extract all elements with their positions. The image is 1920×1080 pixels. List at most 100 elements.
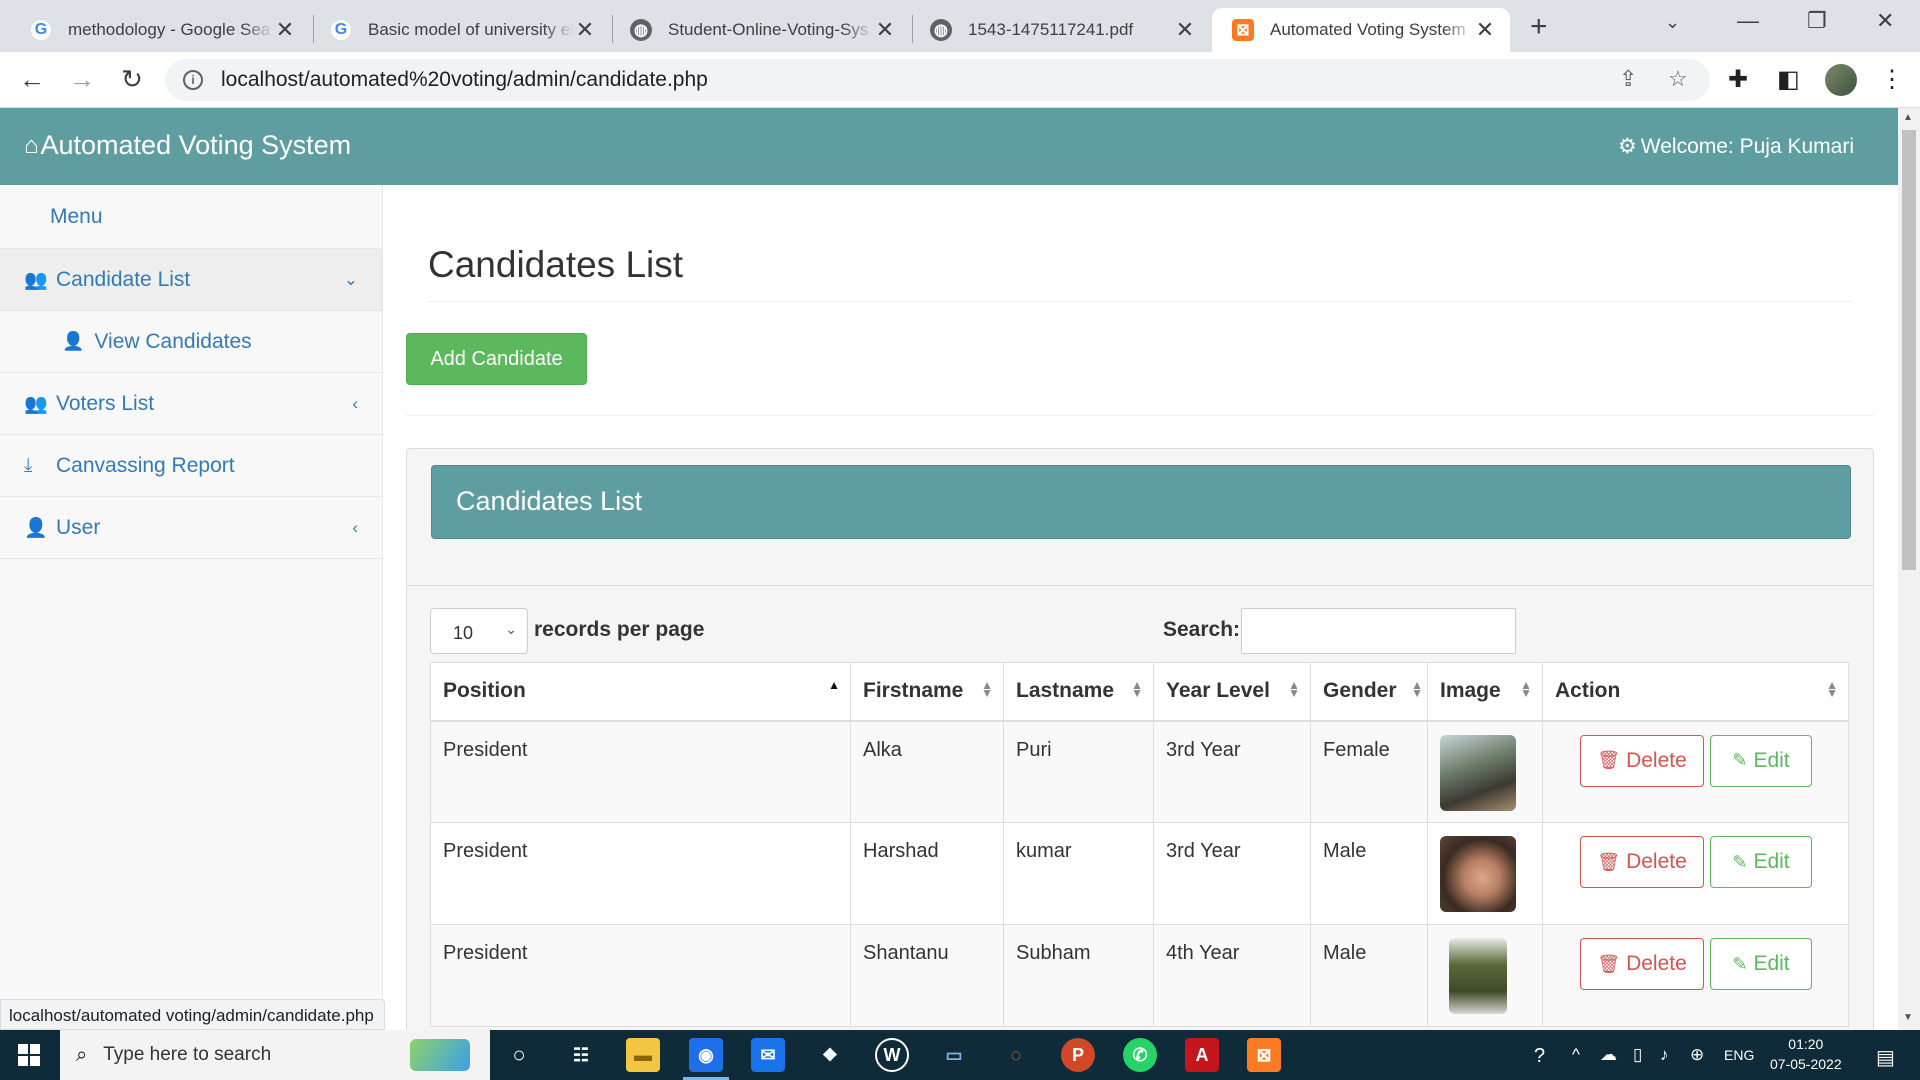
close-icon[interactable]: ✕	[274, 17, 296, 43]
user-menu[interactable]: ⚙ Welcome: Puja Kumari	[1618, 134, 1854, 159]
column-header-year-level[interactable]: Year Level ▲ ▼	[1153, 662, 1311, 722]
column-header-lastname[interactable]: Lastname ▲ ▼	[1003, 662, 1154, 722]
share-icon[interactable]: ⇪	[1619, 66, 1637, 92]
task-view-icon[interactable]: ○	[502, 1038, 536, 1072]
dropbox-icon[interactable]: ❖	[813, 1038, 847, 1072]
bookmark-star-icon[interactable]: ☆	[1668, 66, 1688, 92]
restore-icon[interactable]: ❐	[1807, 8, 1827, 34]
profile-avatar[interactable]	[1825, 64, 1857, 96]
widgets-icon[interactable]: ☷	[564, 1038, 598, 1072]
cell-firstname: Shantanu	[850, 924, 1004, 1027]
delete-button[interactable]: 🗑 Delete	[1580, 938, 1704, 990]
column-header-image[interactable]: Image ▲ ▼	[1427, 662, 1543, 722]
forward-icon[interactable]: →	[66, 64, 98, 95]
scroll-up-icon[interactable]: ▲	[1903, 112, 1913, 123]
delete-button[interactable]: 🗑 Delete	[1580, 836, 1704, 888]
close-icon[interactable]: ✕	[874, 17, 896, 43]
back-icon[interactable]: ←	[16, 64, 48, 95]
new-tab-icon[interactable]: +	[1530, 10, 1548, 44]
search-label: Search:	[1163, 618, 1241, 641]
tab-search-icon[interactable]: ⌄	[1665, 12, 1680, 33]
cell-action: 🗑 Delete ✎ Edit	[1542, 720, 1849, 823]
cell-gender: Male	[1310, 924, 1428, 1027]
mail-icon[interactable]: ✉	[751, 1038, 785, 1072]
windows-start-icon[interactable]	[18, 1044, 40, 1066]
network-icon[interactable]: ⊕	[1690, 1045, 1704, 1065]
page-scrollbar[interactable]: ▲ ▼	[1898, 108, 1920, 1030]
reload-icon[interactable]: ↻	[116, 64, 148, 95]
column-header-gender[interactable]: Gender ▲ ▼	[1310, 662, 1428, 722]
more-menu-icon[interactable]: ⋮	[1880, 65, 1904, 94]
sidebar-item-canvassing-report[interactable]: ⤓ Canvassing Report	[0, 435, 382, 497]
cell-image	[1427, 720, 1543, 823]
sidebar-item-view-candidates[interactable]: 👤 View Candidates	[0, 311, 382, 373]
taskbar-search[interactable]: ⌕ Type here to search	[60, 1030, 490, 1080]
browser-tab[interactable]: ◍ 1543-1475117241.pdf ✕	[910, 8, 1210, 52]
address-bar[interactable]: i localhost/automated%20voting/admin/can…	[165, 59, 1710, 101]
candidates-table: Position ▲ Firstname ▲ ▼ Lastname ▲ ▼ Year…	[430, 662, 1849, 1027]
site-info-icon[interactable]: i	[183, 70, 203, 90]
close-icon[interactable]: ✕	[1474, 17, 1496, 43]
language-indicator[interactable]: ENG	[1724, 1047, 1754, 1063]
table-row: President Alka Puri 3rd Year Female 🗑 Del…	[430, 720, 1849, 823]
tab-title: 1543-1475117241.pdf	[968, 20, 1134, 39]
scroll-down-icon[interactable]: ▼	[1903, 1012, 1913, 1023]
brand-link[interactable]: ⌂ Automated Voting System	[24, 130, 351, 161]
side-panel-icon[interactable]: ◧	[1777, 65, 1800, 94]
browser-tab[interactable]: G Basic model of university el ✕	[310, 8, 610, 52]
edit-button[interactable]: ✎ Edit	[1710, 836, 1812, 888]
help-icon[interactable]: ?	[1534, 1045, 1545, 1068]
column-header-action[interactable]: Action ▲ ▼	[1542, 662, 1849, 722]
candidate-photo	[1449, 938, 1507, 1014]
records-per-page-select[interactable]: 10 ⌄	[430, 608, 528, 654]
column-header-firstname[interactable]: Firstname ▲ ▼	[850, 662, 1004, 722]
trash-icon: 🗑	[1597, 953, 1621, 974]
table-row: President Shantanu Subham 4th Year Male …	[430, 924, 1849, 1027]
chrome-icon[interactable]: ◉	[683, 1038, 729, 1080]
acrobat-icon[interactable]: A	[1185, 1038, 1219, 1072]
add-candidate-button[interactable]: Add Candidate	[406, 333, 587, 385]
powerpoint-icon[interactable]: P	[1061, 1038, 1095, 1072]
scrollbar-thumb[interactable]	[1902, 130, 1916, 570]
window-close-icon[interactable]: ✕	[1876, 8, 1894, 34]
cell-year-level: 3rd Year	[1153, 720, 1311, 823]
browser-tab[interactable]: ◍ Student-Online-Voting-Sys ✕	[610, 8, 910, 52]
users-icon: 👥	[24, 393, 48, 415]
browser-tab[interactable]: G methodology - Google Sea ✕	[10, 8, 310, 52]
wordpress-icon[interactable]: W	[875, 1038, 909, 1072]
sidebar-item-candidate-list[interactable]: 👥 Candidate List ⌄	[0, 249, 382, 311]
minimize-icon[interactable]: —	[1737, 8, 1759, 34]
sidebar-item-user[interactable]: 👤 User ‹	[0, 497, 382, 559]
xampp-icon[interactable]: ⊠	[1247, 1038, 1281, 1072]
sort-icon: ▲ ▼	[1411, 678, 1423, 700]
extensions-icon[interactable]: ✚	[1728, 65, 1748, 94]
monitor-app-icon[interactable]: ▭	[937, 1038, 971, 1072]
edit-button[interactable]: ✎ Edit	[1710, 938, 1812, 990]
eclipse-icon[interactable]: ◌	[999, 1038, 1033, 1072]
sidebar-item-voters-list[interactable]: 👥 Voters List ‹	[0, 373, 382, 435]
search-input[interactable]	[1241, 608, 1516, 654]
cell-lastname: kumar	[1003, 822, 1154, 925]
browser-toolbar: ← → ↻ i localhost/automated%20voting/adm…	[0, 52, 1920, 108]
sidebar: Menu 👥 Candidate List ⌄ 👤 View Candidate…	[0, 185, 383, 1030]
whatsapp-icon[interactable]: ✆	[1123, 1038, 1157, 1072]
sidebar-item-label: View Candidates	[94, 329, 252, 353]
edit-button[interactable]: ✎ Edit	[1710, 734, 1812, 787]
column-header-position[interactable]: Position ▲	[430, 662, 851, 722]
chevron-up-icon[interactable]: ^	[1572, 1045, 1580, 1065]
speaker-icon[interactable]: ♪	[1660, 1045, 1669, 1065]
download-icon: ⤓	[24, 454, 33, 476]
notifications-icon[interactable]: ▤	[1876, 1045, 1895, 1070]
browser-tab-active[interactable]: ⊠ Automated Voting System | ✕	[1212, 8, 1510, 52]
close-icon[interactable]: ✕	[574, 17, 596, 43]
user-icon: 👤	[62, 331, 85, 351]
file-explorer-icon[interactable]: ▬	[626, 1038, 660, 1072]
chevron-down-icon: ⌄	[505, 621, 517, 637]
cloud-icon[interactable]: ☁	[1600, 1045, 1617, 1065]
delete-button[interactable]: 🗑 Delete	[1580, 734, 1704, 787]
close-icon[interactable]: ✕	[1174, 17, 1196, 43]
xampp-icon: ⊠	[1232, 19, 1254, 41]
battery-icon[interactable]: ▯	[1633, 1045, 1642, 1065]
system-clock[interactable]: 01:20 07-05-2022	[1770, 1034, 1842, 1074]
cell-image	[1427, 822, 1543, 925]
